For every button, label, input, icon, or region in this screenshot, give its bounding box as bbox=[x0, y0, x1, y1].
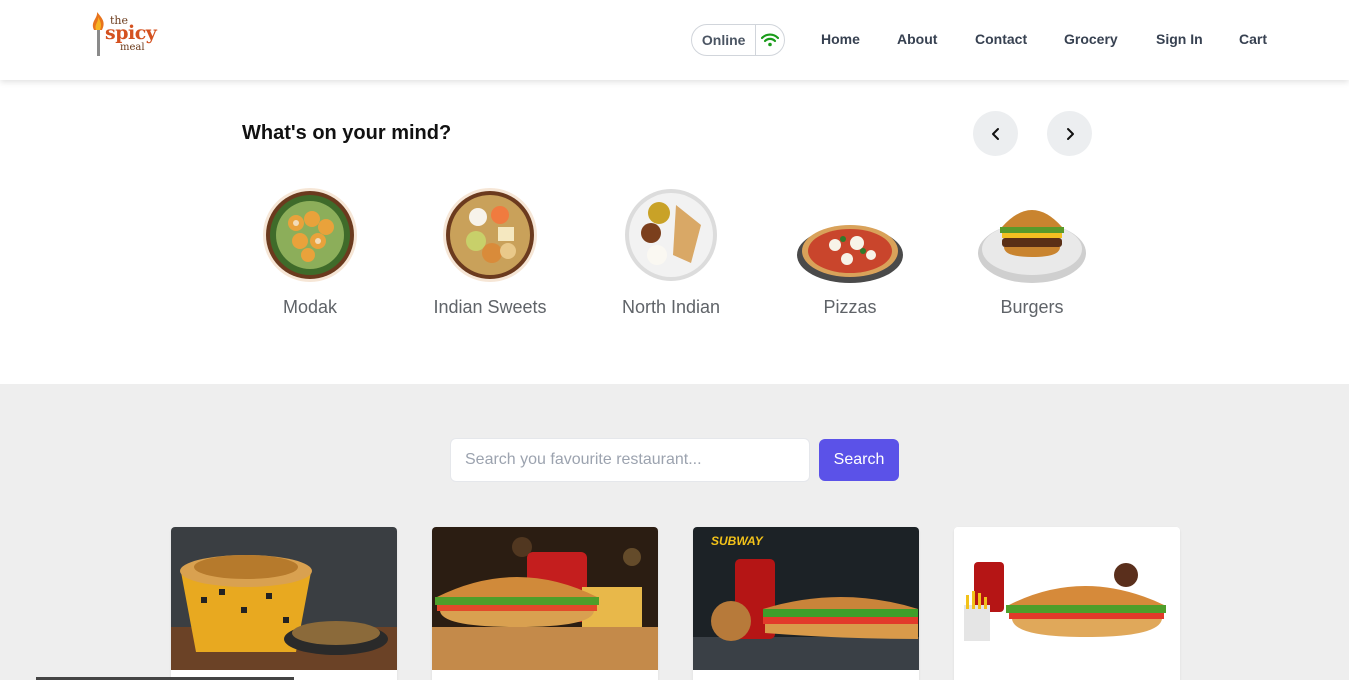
restaurant-image-burger bbox=[432, 527, 658, 670]
nav-link-contact[interactable]: Contact bbox=[975, 31, 1027, 47]
logo-text-meal: meal bbox=[120, 42, 145, 53]
wifi-icon bbox=[756, 25, 784, 55]
restaurant-search-input[interactable] bbox=[450, 438, 810, 482]
carousel-prev-button[interactable] bbox=[973, 111, 1018, 156]
online-status-label: Online bbox=[701, 32, 746, 48]
north-indian-thali-image bbox=[625, 189, 717, 281]
restaurant-card[interactable] bbox=[432, 527, 658, 680]
nav-link-grocery[interactable]: Grocery bbox=[1064, 31, 1118, 47]
svg-text:SUBWAY: SUBWAY bbox=[711, 534, 764, 548]
restaurant-image-subway: SUBWAY bbox=[693, 527, 919, 670]
chevron-right-icon bbox=[1066, 127, 1074, 140]
carousel-next-button[interactable] bbox=[1047, 111, 1092, 156]
restaurant-image-noodles bbox=[171, 527, 397, 670]
category-label: Modak bbox=[282, 297, 338, 317]
category-label: Burgers bbox=[1000, 297, 1064, 317]
category-item-burgers[interactable]: Burgers bbox=[957, 185, 1107, 325]
brand-logo[interactable]: the spicy meal bbox=[88, 12, 157, 58]
nav-link-sign-in[interactable]: Sign In bbox=[1156, 31, 1203, 47]
nav-link-cart[interactable]: Cart bbox=[1239, 31, 1267, 47]
category-item-north-indian[interactable]: North Indian bbox=[596, 185, 746, 325]
chevron-left-icon bbox=[991, 127, 999, 140]
logo-text-spicy: spicy bbox=[105, 22, 157, 44]
burger-image bbox=[978, 210, 1086, 283]
category-item-pizzas[interactable]: Pizzas bbox=[775, 185, 925, 325]
restaurant-card[interactable] bbox=[171, 527, 397, 680]
restaurant-card[interactable]: SUBWAY bbox=[693, 527, 919, 680]
online-status-badge: Online bbox=[691, 24, 785, 56]
restaurant-card[interactable] bbox=[954, 527, 1180, 680]
modak-image bbox=[263, 188, 357, 282]
restaurant-image-burger-king bbox=[954, 527, 1180, 670]
section-title: What's on your mind? bbox=[242, 122, 452, 144]
category-label: North Indian bbox=[621, 297, 721, 317]
pizza-image bbox=[797, 225, 903, 283]
indian-sweets-image bbox=[443, 188, 537, 282]
search-button[interactable]: Search bbox=[819, 439, 899, 481]
category-item-modak[interactable]: Modak bbox=[235, 185, 385, 325]
category-label: Indian Sweets bbox=[433, 297, 547, 317]
top-navbar: the spicy meal Online Home About Contact… bbox=[0, 0, 1349, 80]
nav-link-home[interactable]: Home bbox=[821, 31, 860, 47]
category-item-indian-sweets[interactable]: Indian Sweets bbox=[415, 185, 565, 325]
category-label: Pizzas bbox=[823, 297, 877, 317]
nav-link-about[interactable]: About bbox=[897, 31, 937, 47]
